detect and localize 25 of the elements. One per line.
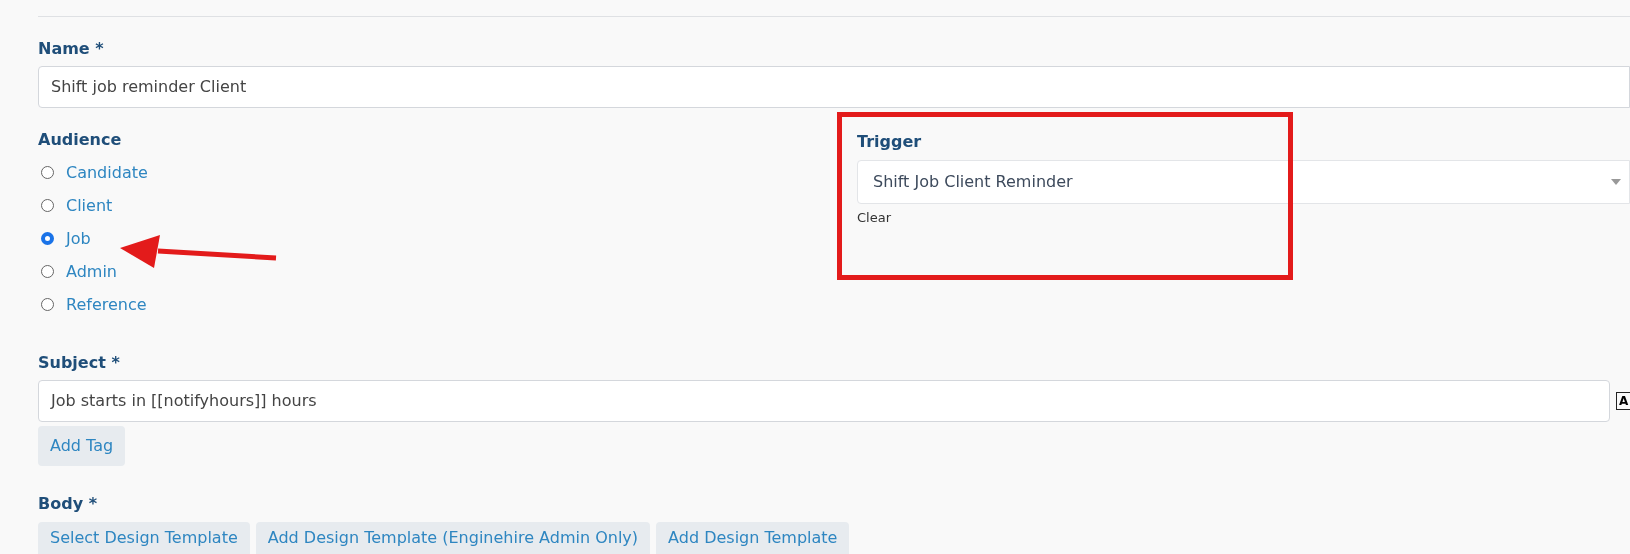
template-button[interactable]: Select Design Template [38,522,250,554]
add-tag-button[interactable]: Add Tag [38,426,126,466]
radio-label[interactable]: Candidate [66,160,148,185]
trigger-select[interactable]: Shift Job Client Reminder [857,160,1630,204]
radio-button[interactable] [41,265,54,278]
dropdown-caret-icon [1611,179,1621,185]
radio-label[interactable]: Job [66,226,91,251]
radio-button[interactable] [41,298,54,311]
radio-button[interactable] [41,199,54,212]
radio-button[interactable] [41,232,54,245]
radio-label[interactable]: Admin [66,259,117,284]
subject-field[interactable]: Job starts in [[notifyhours]] hours [38,380,1610,422]
field-label: Name * [38,38,105,60]
clear-link[interactable]: Clear [857,208,891,228]
template-button[interactable]: Add Design Template [656,522,850,554]
field-label: Body * [38,493,98,515]
template-button[interactable]: Add Design Template (Enginehire Admin Only) [255,522,651,554]
field-label: Trigger [857,131,923,153]
name-field[interactable]: Shift job reminder Client [38,66,1630,108]
badge-icon: A [1616,392,1630,410]
radio-button[interactable] [41,166,54,179]
radio-label[interactable]: Reference [66,292,147,317]
radio-label[interactable]: Client [66,193,113,218]
field-label: Subject * [38,352,121,374]
field-label: Audience [38,129,123,151]
